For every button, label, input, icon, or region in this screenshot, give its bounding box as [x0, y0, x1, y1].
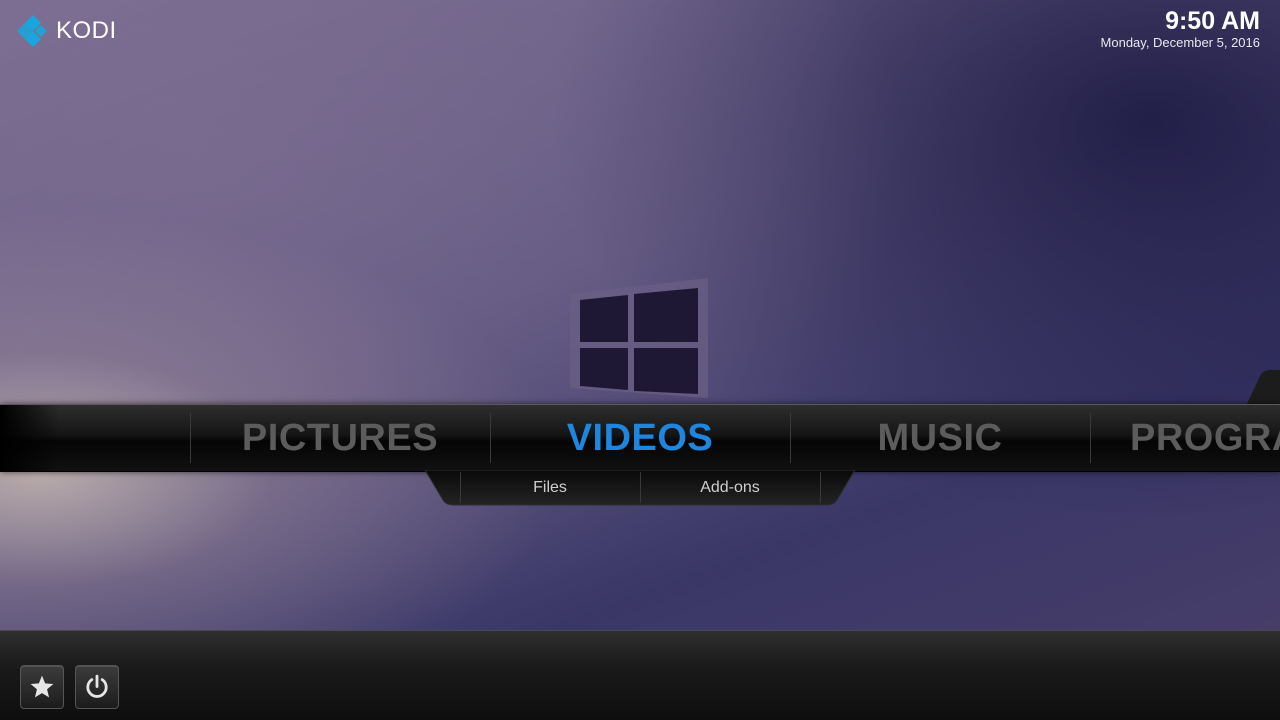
- power-icon: [86, 674, 108, 698]
- kodi-home-screen: KODI 9:50 AM Monday, December 5, 2016 PI…: [0, 0, 1280, 720]
- kodi-logo-text: KODI: [56, 17, 117, 44]
- menu-item-pictures[interactable]: PICTURES: [190, 405, 490, 471]
- favourites-button[interactable]: [20, 665, 64, 709]
- menu-notch: [1246, 370, 1280, 406]
- power-button[interactable]: [75, 665, 119, 709]
- menu-item-music[interactable]: MUSIC: [790, 405, 1090, 471]
- kodi-logo: KODI: [16, 14, 117, 48]
- kodi-logo-icon: [17, 15, 47, 47]
- clock-date: Monday, December 5, 2016: [1100, 35, 1260, 50]
- submenu-item-addons[interactable]: Add-ons: [640, 470, 820, 506]
- main-menu-bar: PICTURES VIDEOS MUSIC PROGRA: [0, 404, 1280, 472]
- menu-item-programs[interactable]: PROGRA: [1090, 405, 1280, 471]
- submenu-item-files[interactable]: Files: [460, 470, 640, 506]
- menu-item-videos[interactable]: VIDEOS: [490, 405, 790, 471]
- bottom-bar: [0, 630, 1280, 720]
- clock: 9:50 AM Monday, December 5, 2016: [1101, 6, 1260, 50]
- videos-submenu: Files Add-ons: [425, 470, 855, 506]
- windows-logo-icon: [570, 278, 708, 398]
- clock-time: 9:50 AM: [1165, 7, 1260, 35]
- star-icon: [30, 675, 54, 698]
